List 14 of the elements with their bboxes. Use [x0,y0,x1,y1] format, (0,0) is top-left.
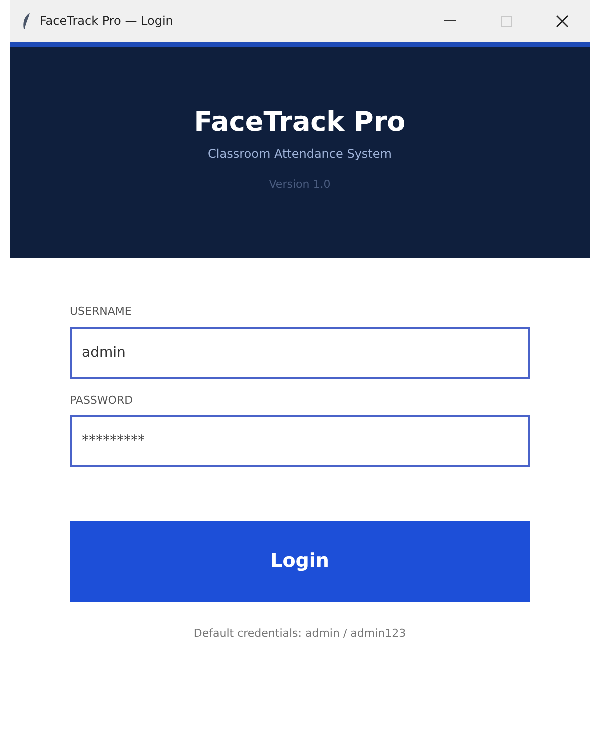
close-icon [556,14,568,28]
field-label: PASSWORD [70,392,134,408]
input-field[interactable]: ********* [70,415,530,467]
window-title: FaceTrack Pro — Login [40,13,174,30]
credentials-hint: Default credentials: admin / admin123 [192,626,408,642]
minimize-icon [444,20,456,22]
app-title: FaceTrack Pro [194,106,406,140]
field-label: USERNAME [70,304,133,320]
app-subtitle: Classroom Attendance System [208,146,392,163]
login-button[interactable]: Login [70,521,530,602]
input-field[interactable]: admin [70,326,530,378]
maximize-icon [500,16,512,26]
feather-icon [22,13,32,29]
version-label: Version 1.0 [269,177,331,193]
